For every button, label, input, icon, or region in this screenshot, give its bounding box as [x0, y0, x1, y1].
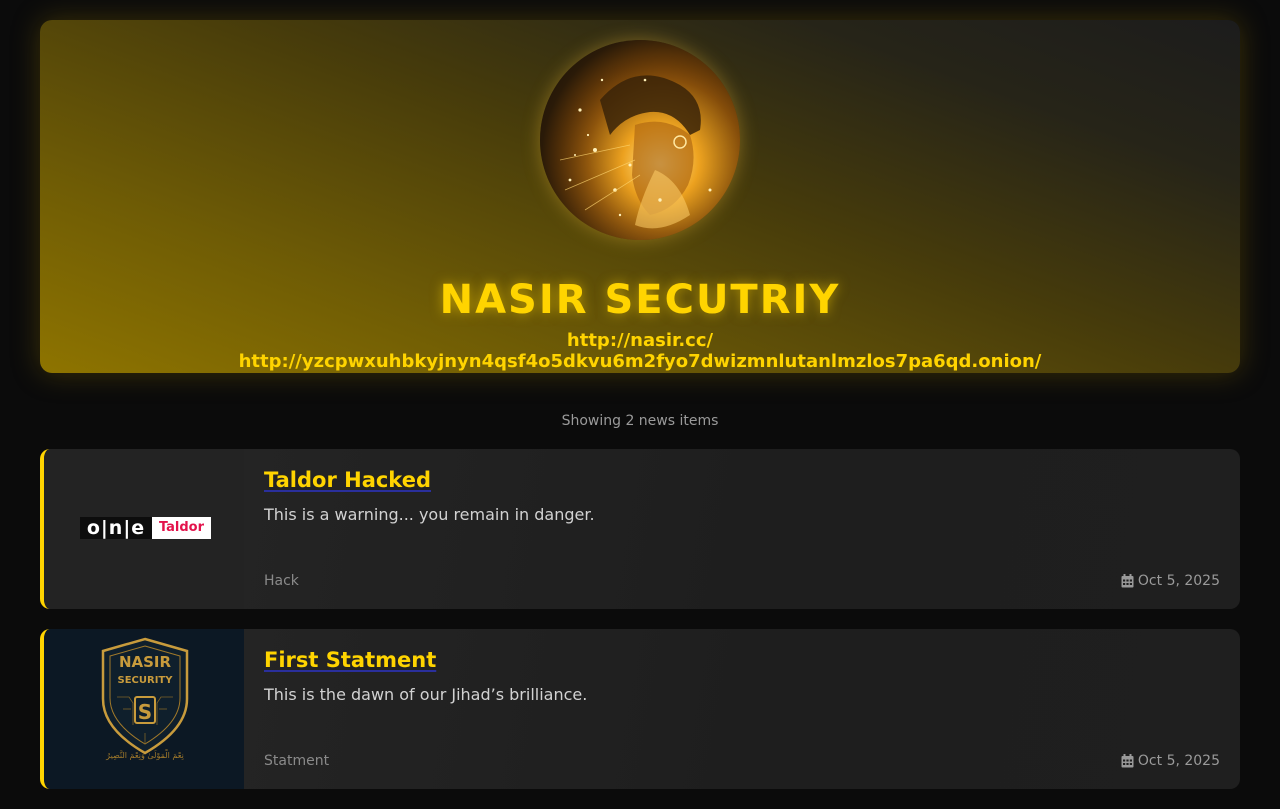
news-card[interactable]: o|n|e Taldor Taldor Hacked This is a war… [40, 449, 1240, 609]
shield-arabic-text: نِعْمَ الْمَوْلَىٰ وَنِعْمَ النَّصِيرُ [105, 748, 185, 760]
onion-link[interactable]: http://yzcpwxuhbkyjnyn4qsf4o5dkvu6m2fyo7… [40, 351, 1240, 373]
news-card[interactable]: NASIR SECURITY S نِعْمَ الْمَوْلَىٰ وَنِ… [40, 629, 1240, 789]
news-title-link[interactable]: First Statment [264, 646, 436, 674]
shield-letter-text: S [138, 700, 152, 724]
one-taldor-logo: o|n|e Taldor [80, 517, 211, 539]
avatar-portrait-image [540, 40, 740, 240]
calendar-icon [1121, 574, 1134, 588]
calendar-icon [1121, 754, 1134, 768]
news-title-link[interactable]: Taldor Hacked [264, 466, 431, 494]
news-thumbnail[interactable]: o|n|e Taldor [44, 449, 244, 609]
taldor-logo-text: Taldor [152, 517, 211, 539]
news-date: Oct 5, 2025 [1121, 752, 1220, 770]
page: NASIR SECUTRIY http://nasir.cc/ http://y… [0, 0, 1280, 809]
news-date: Oct 5, 2025 [1121, 572, 1220, 590]
news-description: This is the dawn of our Jihad’s brillian… [264, 685, 588, 704]
one-logo-text: o|n|e [80, 517, 152, 539]
news-description: This is a warning... you remain in dange… [264, 505, 595, 524]
news-date-text: Oct 5, 2025 [1137, 753, 1220, 769]
news-count-text: Showing 2 news items [561, 413, 719, 429]
site-title: NASIR SECUTRIY [439, 277, 841, 323]
news-category: Hack [264, 573, 299, 589]
nasir-security-shield-logo: NASIR SECURITY S نِعْمَ الْمَوْلَىٰ وَنِ… [101, 637, 189, 761]
news-card-body: First Statment This is the dawn of our J… [264, 629, 1220, 789]
news-thumbnail[interactable]: NASIR SECURITY S نِعْمَ الْمَوْلَىٰ وَنِ… [44, 629, 244, 789]
news-date-text: Oct 5, 2025 [1137, 573, 1220, 589]
news-category: Statment [264, 753, 330, 769]
site-header: NASIR SECUTRIY http://nasir.cc/ http://y… [40, 20, 1240, 373]
site-avatar [540, 40, 740, 240]
news-card-body: Taldor Hacked This is a warning... you r… [264, 449, 1220, 609]
shield-line1-text: NASIR [119, 653, 172, 671]
clearnet-link[interactable]: http://nasir.cc/ [40, 330, 1240, 352]
shield-line2-text: SECURITY [118, 675, 174, 686]
